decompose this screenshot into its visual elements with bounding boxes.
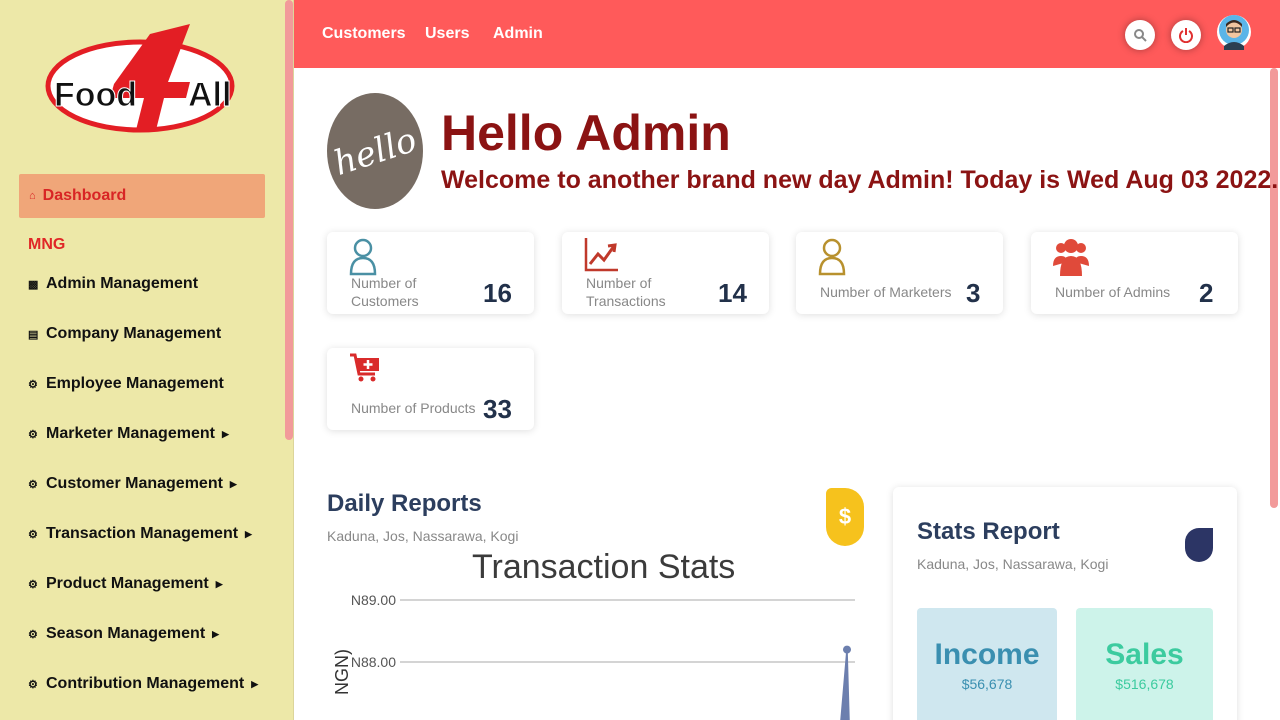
stat-label-line1: Number of (586, 275, 652, 291)
user-outline-icon (818, 238, 846, 276)
cogs-icon: ⚙ (28, 628, 38, 641)
building-icon: ▤ (28, 328, 39, 341)
sidebar-item-label: Season Management (46, 625, 206, 642)
stat-value: 14 (718, 278, 747, 308)
y-axis-label: NGN) (332, 649, 352, 695)
sales-label: Sales (1105, 638, 1184, 671)
sidebar-scrollbar[interactable] (285, 0, 293, 440)
hello-image: hello (327, 93, 423, 209)
stat-value: 16 (483, 278, 512, 308)
hello-image-text: hello (329, 120, 421, 184)
stat-card-admins[interactable]: Number of Admins 2 (1031, 232, 1238, 314)
sidebar-item-customer-management[interactable]: ⚙ Customer Management ▶ (28, 475, 237, 493)
y-tick-label: N89.00 (351, 592, 396, 608)
dollar-icon: $ (826, 488, 864, 546)
sidebar-item-label: Transaction Management (46, 525, 239, 542)
stat-card-products[interactable]: Number of Products 33 (327, 348, 534, 430)
users-icon (1053, 239, 1089, 276)
stat-label: Number of Marketers (820, 284, 952, 300)
stat-card-marketers[interactable]: Number of Marketers 3 (796, 232, 1003, 314)
income-value: $56,678 (961, 676, 1013, 692)
nav-link-admin[interactable]: Admin (493, 25, 543, 43)
stat-label-line2: Transactions (586, 293, 666, 309)
caret-right-icon: ▶ (245, 528, 252, 539)
sidebar-item-dashboard[interactable]: ⌂ Dashboard (19, 174, 265, 218)
drop-icon (1185, 528, 1213, 562)
series-line (840, 649, 850, 720)
stat-card-transactions[interactable]: Number of Transactions 14 (562, 232, 769, 314)
page-title: Hello Admin (441, 105, 731, 161)
user-avatar[interactable] (1216, 12, 1252, 52)
cogs-icon: ⚙ (28, 578, 38, 591)
sidebar-item-employee-management[interactable]: ⚙ Employee Management (28, 375, 224, 393)
sidebar-item-marketer-management[interactable]: ⚙ Marketer Management ▶ (28, 425, 229, 443)
stat-value: 33 (483, 394, 512, 424)
cogs-icon: ⚙ (28, 378, 38, 391)
stat-value: 2 (1199, 278, 1214, 308)
caret-right-icon: ▶ (251, 678, 259, 689)
sidebar-item-label: Contribution Management (46, 675, 245, 692)
sidebar-item-transaction-management[interactable]: ⚙ Transaction Management ▶ (28, 525, 252, 543)
user-outline-icon (349, 238, 377, 276)
caret-right-icon: ▶ (221, 428, 229, 439)
nav-link-customers[interactable]: Customers (322, 25, 406, 43)
caret-right-icon: ▶ (229, 478, 237, 489)
nav-link-users[interactable]: Users (425, 25, 469, 43)
sidebar-item-product-management[interactable]: ⚙ Product Management ▶ (28, 575, 223, 593)
sidebar-section-label: MNG (28, 236, 66, 253)
power-icon (1179, 28, 1193, 43)
stat-label: Number of Admins (1055, 284, 1171, 300)
svg-text:All: All (188, 76, 231, 114)
line-chart-icon (584, 238, 618, 272)
cogs-icon: ⚙ (28, 428, 38, 441)
stats-report-title: Stats Report (917, 518, 1060, 545)
income-label: Income (934, 638, 1040, 671)
sidebar-item-label: Marketer Management (46, 425, 215, 442)
sidebar-item-label: Admin Management (46, 275, 199, 292)
stats-report-subtitle: Kaduna, Jos, Nassarawa, Kogi (917, 556, 1109, 572)
income-tile[interactable]: Income $56,678 (917, 608, 1057, 720)
daily-reports-subtitle: Kaduna, Jos, Nassarawa, Kogi (327, 528, 519, 544)
lock-icon: ▩ (28, 278, 39, 291)
stat-value: 3 (966, 278, 981, 308)
hello-graphic: hello (329, 120, 421, 184)
stat-label-line1: Number of (351, 275, 417, 291)
caret-right-icon: ▶ (215, 578, 223, 589)
cogs-icon: ⚙ (28, 528, 38, 541)
search-button[interactable] (1125, 20, 1155, 50)
daily-reports-title: Daily Reports (327, 490, 482, 517)
cogs-icon: ⚙ (28, 478, 38, 491)
main-scrollbar[interactable] (1270, 68, 1278, 508)
stat-card-customers[interactable]: Number of Customers 16 (327, 232, 534, 314)
sidebar-item-company-management[interactable]: ▤ Company Management (28, 325, 221, 343)
sidebar-item-season-management[interactable]: ⚙ Season Management ▶ (28, 625, 219, 643)
y-tick-label: N88.00 (351, 654, 396, 670)
cart-plus-icon (350, 353, 379, 382)
cogs-icon: ⚙ (28, 678, 38, 691)
data-point (843, 645, 851, 654)
stat-label-line2: Customers (351, 293, 419, 309)
svg-text:Food: Food (54, 76, 137, 114)
food4all-logo[interactable]: Food All (40, 22, 240, 140)
search-icon (1134, 29, 1147, 42)
sidebar-item-label: Company Management (46, 325, 222, 342)
home-icon: ⌂ (29, 190, 36, 202)
welcome-message: Welcome to another brand new day Admin! … (441, 166, 1279, 194)
sidebar-item-label: Product Management (46, 575, 209, 592)
sidebar-item-label: Dashboard (42, 187, 127, 204)
power-button[interactable] (1171, 20, 1201, 50)
caret-right-icon: ▶ (212, 628, 220, 639)
stat-label: Number of Products (351, 400, 476, 416)
sidebar-item-label: Employee Management (46, 375, 224, 392)
sales-tile[interactable]: Sales $516,678 (1076, 608, 1213, 720)
sidebar-item-admin-management[interactable]: ▩ Admin Management (28, 275, 198, 293)
transaction-stats-chart: N89.00 N88.00NGN) (332, 592, 855, 720)
sidebar-item-contribution-management[interactable]: ⚙ Contribution Management ▶ (28, 675, 258, 693)
sidebar-item-label: Customer Management (46, 475, 223, 492)
sales-value: $516,678 (1115, 676, 1174, 692)
